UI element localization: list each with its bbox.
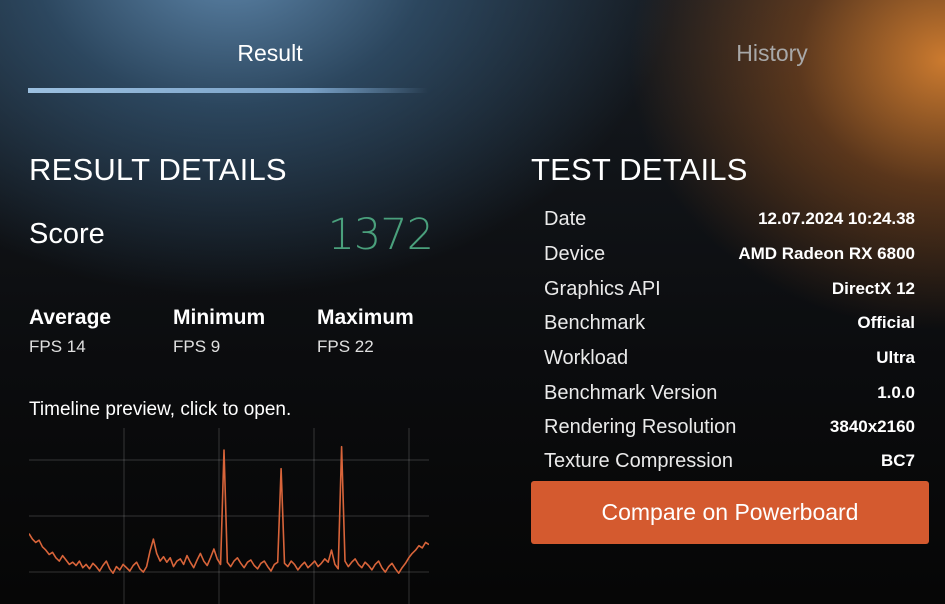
detail-row-workload: Workload Ultra: [531, 341, 915, 375]
stat-maximum-value: FPS 22: [317, 337, 374, 356]
compare-on-powerboard-button[interactable]: Compare on Powerboard: [531, 481, 929, 544]
detail-row-benchmark: Benchmark Official: [531, 306, 915, 340]
stat-maximum-label: Maximum: [317, 306, 414, 329]
detail-key: Graphics API: [544, 277, 661, 300]
stat-average: Average FPS 14: [29, 306, 169, 357]
detail-value: Ultra: [876, 348, 915, 367]
stat-minimum-value: FPS 9: [173, 337, 221, 356]
tab-history[interactable]: History: [672, 40, 872, 67]
detail-value: Official: [857, 313, 915, 332]
detail-value: DirectX 12: [831, 279, 915, 298]
active-tab-indicator: [28, 88, 428, 93]
timeline-line: [29, 445, 429, 574]
stat-minimum-label: Minimum: [173, 306, 266, 329]
stat-average-value: FPS 14: [29, 337, 86, 356]
detail-key: Rendering Resolution: [544, 415, 737, 438]
score-label: Score: [29, 218, 105, 250]
detail-key: Benchmark Version: [544, 381, 718, 404]
detail-value: BC7: [880, 451, 915, 470]
detail-row-benchmark-version: Benchmark Version 1.0.0: [531, 376, 915, 410]
detail-row-texture-compression: Texture Compression BC7: [531, 444, 915, 478]
result-details-title: RESULT DETAILS: [29, 152, 287, 187]
detail-row-rendering-resolution: Rendering Resolution 3840x2160: [531, 410, 915, 444]
detail-key: Device: [544, 242, 606, 265]
score-value: 1372: [327, 210, 434, 260]
test-details-title: TEST DETAILS: [531, 152, 748, 187]
tab-result[interactable]: Result: [170, 40, 370, 67]
detail-row-date: Date 12.07.2024 10:24.38: [531, 202, 915, 236]
detail-value: 1.0.0: [877, 383, 915, 402]
detail-key: Benchmark: [544, 311, 646, 334]
stat-minimum: Minimum FPS 9: [173, 306, 313, 357]
detail-row-graphics-api: Graphics API DirectX 12: [531, 272, 915, 306]
detail-key: Texture Compression: [544, 449, 733, 472]
detail-value: AMD Radeon RX 6800: [738, 244, 915, 263]
timeline-preview-chart[interactable]: [29, 428, 429, 604]
detail-value: 12.07.2024 10:24.38: [758, 209, 915, 228]
detail-key: Date: [544, 207, 587, 230]
detail-row-device: Device AMD Radeon RX 6800: [531, 237, 915, 271]
stat-maximum: Maximum FPS 22: [317, 306, 457, 357]
detail-value: 3840x2160: [829, 417, 915, 436]
stat-average-label: Average: [29, 306, 112, 329]
detail-key: Workload: [544, 346, 629, 369]
timeline-preview-label: Timeline preview, click to open.: [29, 399, 292, 420]
timeline-grid: [29, 428, 429, 604]
